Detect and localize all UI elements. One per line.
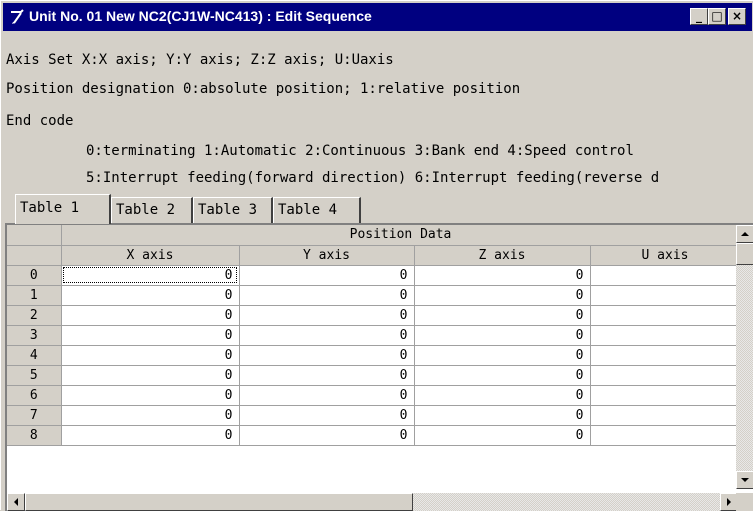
row-header[interactable]: 1	[7, 285, 62, 306]
scrollbar-corner	[736, 493, 753, 511]
cell-y[interactable]: 0	[239, 285, 415, 306]
cell-x[interactable]: 0	[61, 425, 240, 446]
cell-u[interactable]	[590, 305, 741, 326]
cell-x[interactable]: 0	[61, 385, 240, 406]
cell-u[interactable]	[590, 325, 741, 346]
row-header[interactable]: 8	[7, 425, 62, 446]
edit-sequence-window: Unit No. 01 New NC2(CJ1W-NC413) : Edit S…	[0, 0, 753, 511]
cell-y[interactable]: 0	[239, 345, 415, 366]
cell-y[interactable]: 0	[239, 365, 415, 386]
cell-u[interactable]	[590, 285, 741, 306]
end-code-line-2: 5:Interrupt feeding(forward direction) 6…	[86, 170, 660, 186]
table-row: 4 0 0 0	[7, 345, 741, 366]
row-header[interactable]: 3	[7, 325, 62, 346]
position-data-header: Position Data	[61, 225, 741, 246]
cell-z[interactable]: 0	[414, 365, 591, 386]
end-code-line-1: 0:terminating 1:Automatic 2:Continuous 3…	[86, 143, 634, 159]
scroll-left-button[interactable]	[7, 493, 25, 511]
column-header-u[interactable]: U axis	[590, 245, 741, 266]
arrow-left-icon	[14, 498, 18, 506]
grid-table: Position Data X axis Y axis Z axis U axi…	[7, 225, 741, 446]
arrow-down-icon	[741, 478, 749, 482]
cell-z[interactable]: 0	[414, 285, 591, 306]
cell-x[interactable]: 0	[61, 365, 240, 386]
cell-y[interactable]: 0	[239, 385, 415, 406]
table-row: 7 0 0 0	[7, 405, 741, 426]
horizontal-scrollbar[interactable]	[7, 493, 738, 511]
cell-x[interactable]: 0	[61, 405, 240, 426]
cell-y[interactable]: 0	[239, 325, 415, 346]
cell-z[interactable]: 0	[414, 325, 591, 346]
column-header-y[interactable]: Y axis	[239, 245, 415, 266]
column-header-z[interactable]: Z axis	[414, 245, 591, 266]
table-row: 5 0 0 0	[7, 365, 741, 386]
row-header[interactable]: 5	[7, 365, 62, 386]
window-title: Unit No. 01 New NC2(CJ1W-NC413) : Edit S…	[29, 8, 372, 24]
cell-z[interactable]: 0	[414, 345, 591, 366]
cell-y[interactable]: 0	[239, 265, 415, 286]
table-row: 2 0 0 0	[7, 305, 741, 326]
axis-set-text: Axis Set X:X axis; Y:Y axis; Z:Z axis; U…	[6, 52, 394, 68]
grid-corner-header-2	[7, 245, 62, 266]
close-button[interactable]: ×	[728, 8, 746, 25]
scroll-down-button[interactable]	[736, 471, 753, 489]
cell-u[interactable]	[590, 425, 741, 446]
end-code-label: End code	[6, 113, 74, 129]
tab-table-2[interactable]: Table 2	[111, 197, 193, 223]
column-header-x[interactable]: X axis	[61, 245, 240, 266]
position-data-grid: Position Data X axis Y axis Z axis U axi…	[5, 223, 753, 511]
maximize-button[interactable]: □	[708, 8, 726, 25]
table-row: 6 0 0 0	[7, 385, 741, 406]
row-header[interactable]: 4	[7, 345, 62, 366]
row-header[interactable]: 0	[7, 265, 62, 286]
cell-x[interactable]: 0	[61, 265, 240, 286]
grid-corner-header	[7, 225, 62, 246]
cell-u[interactable]	[590, 345, 741, 366]
cell-u[interactable]	[590, 405, 741, 426]
cell-z[interactable]: 0	[414, 305, 591, 326]
row-header[interactable]: 7	[7, 405, 62, 426]
minimize-button[interactable]: _	[690, 8, 708, 25]
tab-table-4[interactable]: Table 4	[273, 197, 361, 223]
horizontal-scroll-thumb[interactable]	[25, 493, 413, 511]
cell-y[interactable]: 0	[239, 305, 415, 326]
table-row: 0 0 0 0	[7, 265, 741, 286]
cell-x[interactable]: 0	[61, 305, 240, 326]
arrow-up-icon	[741, 232, 749, 236]
scroll-up-button[interactable]	[736, 225, 753, 243]
vertical-scroll-thumb[interactable]	[736, 243, 753, 265]
table-row: 3 0 0 0	[7, 325, 741, 346]
cell-u[interactable]	[590, 265, 741, 286]
vertical-scrollbar[interactable]	[736, 225, 753, 489]
row-header[interactable]: 6	[7, 385, 62, 406]
cell-z[interactable]: 0	[414, 405, 591, 426]
table-row: 8 0 0 0	[7, 425, 741, 446]
tab-table-1[interactable]: Table 1	[15, 194, 111, 224]
cell-z[interactable]: 0	[414, 425, 591, 446]
cell-z[interactable]: 0	[414, 265, 591, 286]
cell-x[interactable]: 0	[61, 285, 240, 306]
tab-table-3[interactable]: Table 3	[193, 197, 273, 223]
cell-x[interactable]: 0	[61, 325, 240, 346]
position-designation-text: Position designation 0:absolute position…	[6, 81, 521, 97]
title-bar[interactable]: Unit No. 01 New NC2(CJ1W-NC413) : Edit S…	[3, 3, 752, 31]
table-row: 1 0 0 0	[7, 285, 741, 306]
row-header[interactable]: 2	[7, 305, 62, 326]
cell-u[interactable]	[590, 365, 741, 386]
arrow-right-icon	[727, 498, 731, 506]
cell-y[interactable]: 0	[239, 425, 415, 446]
pencil-icon	[11, 9, 24, 24]
cell-x[interactable]: 0	[61, 345, 240, 366]
cell-y[interactable]: 0	[239, 405, 415, 426]
cell-z[interactable]: 0	[414, 385, 591, 406]
cell-u[interactable]	[590, 385, 741, 406]
